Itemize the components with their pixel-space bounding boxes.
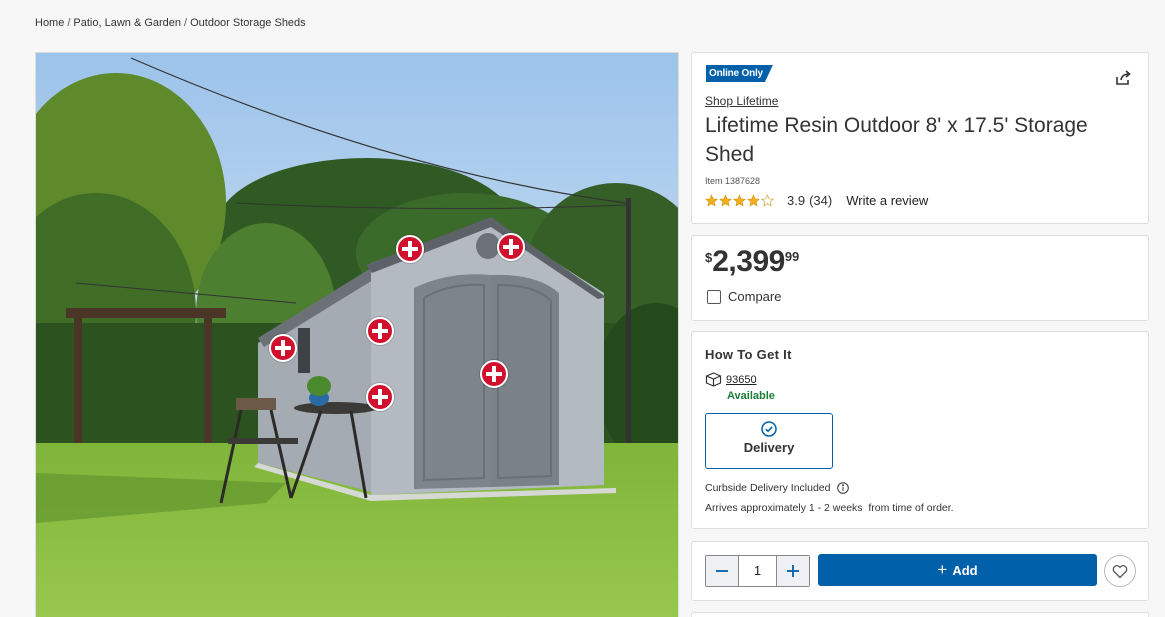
add-to-cart-card: 1 + Add [691,541,1149,601]
hotspot-plus-icon[interactable] [269,334,297,362]
star-icon [733,194,746,207]
quantity-stepper: 1 [705,555,810,587]
heart-icon [1112,564,1128,578]
compare-checkbox[interactable] [707,289,721,304]
compare-label: Compare [728,289,782,304]
next-card [691,612,1149,617]
online-only-badge: Online Only [706,65,773,82]
breadcrumb-separator: / [184,17,188,29]
how-to-get-it-heading: How To Get It [705,347,792,362]
product-header-card: Online Only Shop Lifetime Lifetime Resin… [691,52,1149,224]
star-rating[interactable] [705,194,775,207]
rating-row: 3.9 (34) Write a review [705,193,928,208]
write-review-link[interactable]: Write a review [846,193,928,208]
availability-status: Available [727,390,775,402]
hotspot-plus-icon[interactable] [396,235,424,263]
breadcrumb-patio-lawn-garden[interactable]: Patio, Lawn & Garden [73,17,181,29]
star-icon [747,194,760,207]
star-icon [761,194,774,207]
star-icon [719,194,732,207]
delivery-zip-link[interactable]: 93650 [726,374,757,386]
breadcrumb-home[interactable]: Home [35,17,64,29]
product-title: Lifetime Resin Outdoor 8' x 17.5' Storag… [705,114,1088,166]
increase-quantity-button[interactable] [777,556,809,586]
price-card: $ 2,399 99 Compare [691,235,1149,321]
plus-icon: + [937,560,948,579]
star-icon [705,194,718,207]
decrease-quantity-button[interactable] [706,556,738,586]
price: $ 2,399 99 [705,245,799,279]
box-icon [705,372,722,387]
price-whole: 2,399 [712,245,785,278]
product-image[interactable] [35,52,679,617]
arrival-estimate: Arrives approximately 1 - 2 weeks from t… [705,502,954,514]
price-cents: 99 [784,249,800,264]
shed-photo [36,53,678,617]
compare-option[interactable]: Compare [707,289,781,304]
info-icon[interactable] [837,482,850,494]
delivery-option[interactable]: Delivery [705,413,833,469]
plus-icon [787,565,799,577]
add-to-cart-button[interactable]: + Add [818,554,1097,586]
item-number: Item 1387628 [705,176,761,186]
hotspot-plus-icon[interactable] [480,360,508,388]
hotspot-plus-icon[interactable] [497,233,525,261]
shop-brand-link[interactable]: Shop Lifetime [705,94,778,108]
share-icon[interactable] [1114,69,1132,87]
minus-icon [716,570,728,572]
curbside-info: Curbside Delivery Included [705,482,850,494]
quantity-input[interactable]: 1 [738,556,777,586]
hotspot-plus-icon[interactable] [366,317,394,345]
curbside-text: Curbside Delivery Included [705,482,831,494]
how-to-get-it-card: How To Get It 93650 Available Delivery C… [691,331,1149,529]
zip-row: 93650 [705,372,757,387]
delivery-label: Delivery [743,440,795,455]
hotspot-plus-icon[interactable] [366,383,394,411]
review-count[interactable]: (34) [809,193,832,208]
price-currency: $ [705,250,713,265]
rating-value: 3.9 [787,193,806,208]
breadcrumb-outdoor-storage-sheds[interactable]: Outdoor Storage Sheds [190,17,306,29]
add-to-list-button[interactable] [1104,555,1136,587]
check-circle-icon [761,421,777,437]
breadcrumb-separator: / [67,17,71,29]
breadcrumb: Home / Patio, Lawn & Garden / Outdoor Storag… [35,17,306,29]
add-button-label: Add [952,562,978,578]
